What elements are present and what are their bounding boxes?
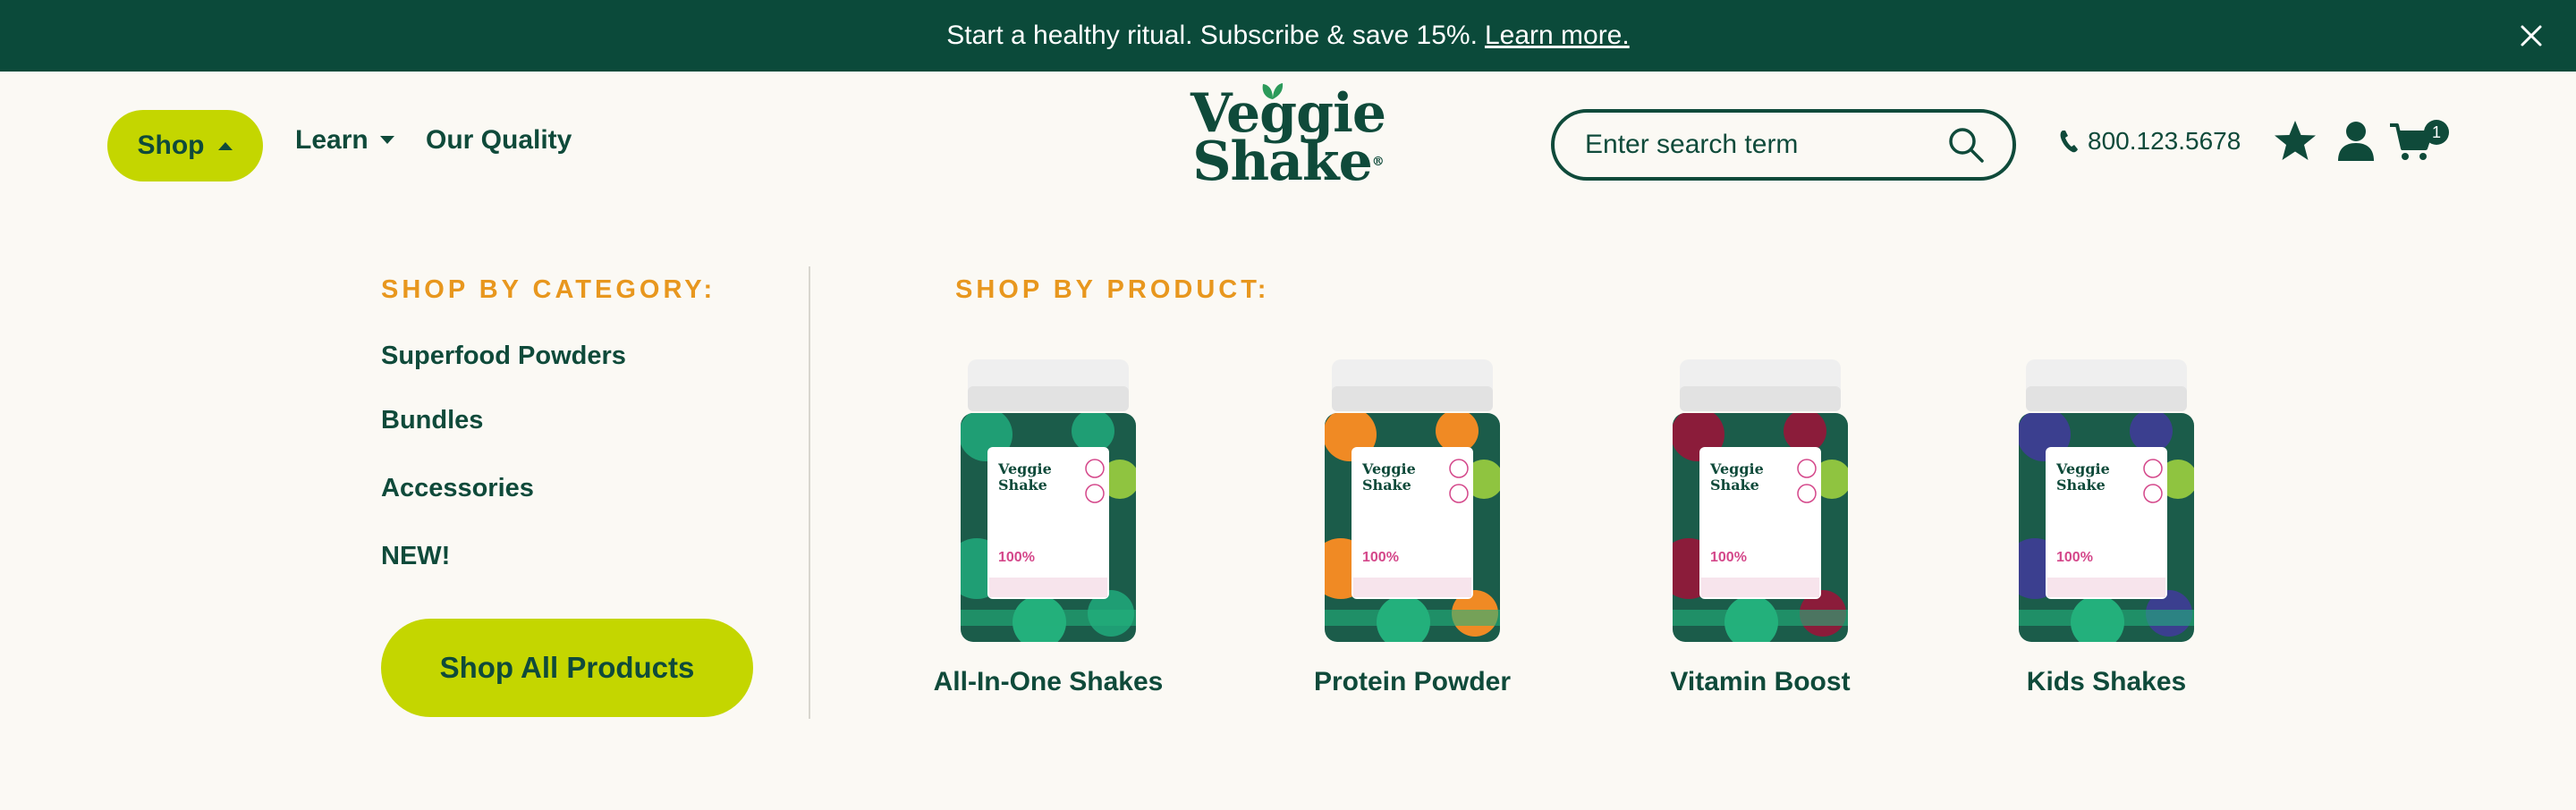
learn-label: Learn bbox=[295, 125, 369, 155]
search-icon[interactable] bbox=[1946, 125, 1986, 165]
product-name: All-In-One Shakes bbox=[933, 667, 1164, 696]
product-jar-image: VeggieShake 100% bbox=[1673, 359, 1848, 642]
svg-text:Shake: Shake bbox=[2056, 477, 2106, 494]
logo-registered: ® bbox=[1371, 155, 1385, 169]
product-jar-image: VeggieShake 100% bbox=[2019, 359, 2194, 642]
learn-more-link[interactable]: Learn more. bbox=[1485, 21, 1630, 51]
close-icon[interactable] bbox=[2513, 18, 2549, 54]
announcement-message: Start a healthy ritual. Subscribe & save… bbox=[946, 21, 1478, 50]
our-quality-label: Our Quality bbox=[426, 125, 572, 155]
leaf-icon bbox=[1262, 83, 1284, 99]
logo-line2: Shake bbox=[1192, 131, 1373, 193]
category-link[interactable]: NEW! bbox=[381, 542, 450, 571]
svg-text:100%: 100% bbox=[2056, 550, 2093, 565]
shop-menu-button[interactable]: Shop bbox=[107, 110, 263, 181]
menu-divider bbox=[809, 266, 810, 719]
our-quality-link[interactable]: Our Quality bbox=[426, 125, 572, 156]
svg-text:Shake: Shake bbox=[1362, 477, 1411, 494]
learn-menu-button[interactable]: Learn bbox=[295, 125, 395, 156]
announcement-bar: Start a healthy ritual. Subscribe & save… bbox=[0, 0, 2576, 72]
product-name: Kids Shakes bbox=[2026, 667, 2187, 696]
svg-text:100%: 100% bbox=[1362, 550, 1399, 565]
svg-text:100%: 100% bbox=[998, 550, 1035, 565]
svg-text:Veggie: Veggie bbox=[1361, 460, 1416, 477]
product-name: Protein Powder bbox=[1313, 667, 1512, 696]
svg-text:100%: 100% bbox=[1710, 550, 1747, 565]
category-link[interactable]: Accessories bbox=[381, 474, 534, 503]
phone-link[interactable]: 800.123.5678 bbox=[2059, 127, 2241, 156]
svg-text:Shake: Shake bbox=[998, 477, 1047, 494]
caret-up-icon bbox=[217, 142, 233, 150]
phone-number: 800.123.5678 bbox=[2088, 127, 2241, 155]
star-icon[interactable] bbox=[2272, 118, 2318, 165]
category-link[interactable]: Superfood Powders bbox=[381, 342, 626, 371]
svg-text:Veggie: Veggie bbox=[1709, 460, 1764, 477]
cart-count-badge: 1 bbox=[2424, 120, 2449, 145]
site-header: Shop Learn Our Quality Veggie Shake® 800… bbox=[0, 72, 2576, 224]
product-heading: SHOP BY PRODUCT: bbox=[955, 275, 1270, 304]
product-card[interactable]: Veggie Shake 100% Vitamin Boost bbox=[1626, 354, 1894, 697]
category-heading: SHOP BY CATEGORY: bbox=[381, 275, 716, 304]
product-card[interactable]: Veggie Shake 100% Kids Shakes bbox=[1972, 354, 2241, 697]
shop-all-products-button[interactable]: Shop All Products bbox=[381, 619, 753, 717]
search-bar bbox=[1551, 109, 2016, 181]
product-jar-image: VeggieShake 100% bbox=[1325, 359, 1500, 642]
category-link[interactable]: Bundles bbox=[381, 406, 483, 435]
caret-down-icon bbox=[379, 136, 394, 144]
phone-icon bbox=[2060, 131, 2078, 153]
svg-text:Veggie: Veggie bbox=[997, 460, 1052, 477]
product-card[interactable]: Veggie Shake 100% All-In-One Shakes bbox=[914, 354, 1182, 697]
product-card[interactable]: Veggie Shake 100% Protein Powder bbox=[1278, 354, 1546, 697]
veggie-shake-logo[interactable]: Veggie Shake® bbox=[1190, 83, 1386, 197]
search-input[interactable] bbox=[1585, 130, 1946, 160]
svg-text:Veggie: Veggie bbox=[2055, 460, 2110, 477]
account-icon[interactable] bbox=[2333, 118, 2379, 165]
product-name: Vitamin Boost bbox=[1670, 667, 1851, 696]
product-jar-image: VeggieShake 100% bbox=[961, 359, 1136, 642]
svg-text:Shake: Shake bbox=[1710, 477, 1759, 494]
shop-label: Shop bbox=[137, 131, 205, 160]
